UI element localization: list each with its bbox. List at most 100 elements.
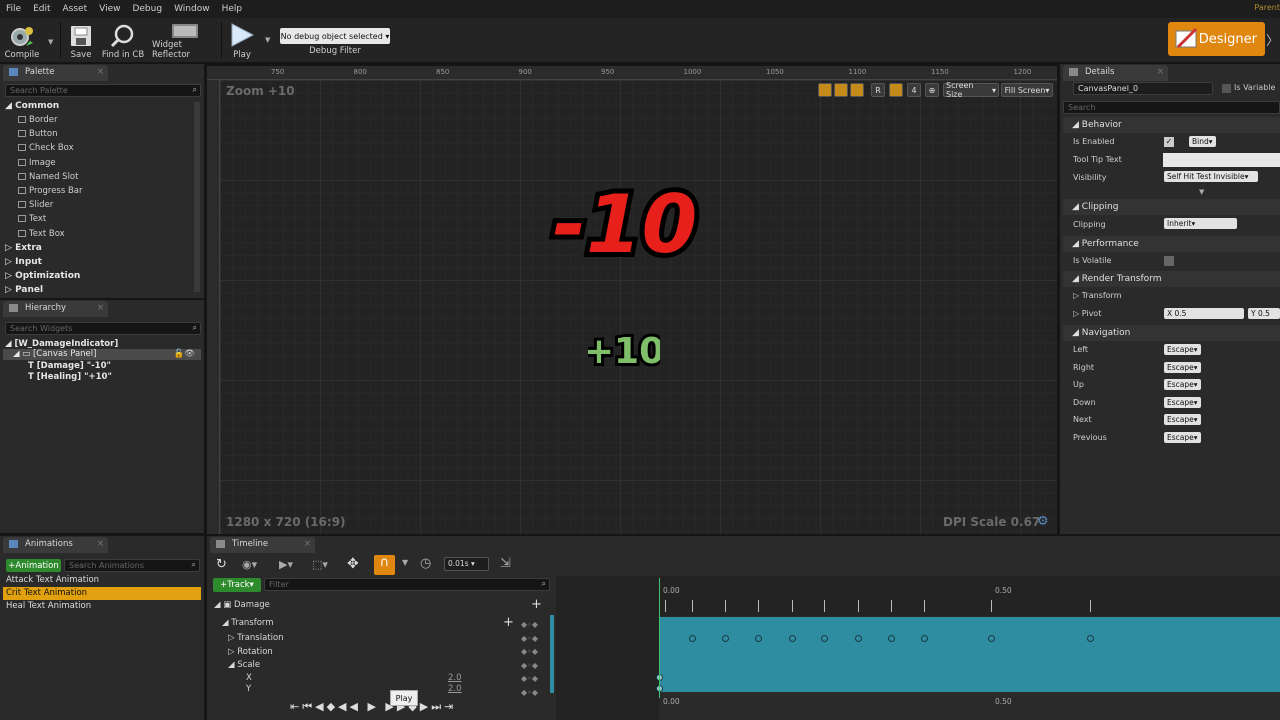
- palette-item-slider[interactable]: Slider: [18, 200, 53, 210]
- hierarchy-damage[interactable]: T [Damage] "-10": [28, 361, 111, 371]
- track-damage[interactable]: ◢ ▣ Damage: [214, 600, 270, 610]
- track-scale-x[interactable]: X: [246, 673, 252, 683]
- track-rotation[interactable]: ▷ Rotation: [228, 647, 273, 657]
- close-icon[interactable]: ×: [97, 67, 104, 77]
- track-scale-y[interactable]: Y: [246, 684, 251, 694]
- snap-time-select[interactable]: 0.01s ▾: [444, 557, 489, 571]
- grid-size-button[interactable]: 4: [907, 83, 921, 97]
- nav-left-dropdown[interactable]: Escape▾: [1164, 344, 1201, 355]
- palette-item-image[interactable]: Image: [18, 158, 56, 168]
- healing-text-widget[interactable]: +10: [588, 320, 660, 374]
- eye-icon[interactable]: ◉▾: [242, 558, 257, 571]
- category-extra[interactable]: ▷ Extra: [5, 243, 42, 253]
- menu-edit[interactable]: Edit: [27, 4, 56, 14]
- section-render-transform[interactable]: ◢ Render Transform: [1063, 271, 1280, 287]
- hierarchy-canvas-panel[interactable]: ◢ ▭ [Canvas Panel] 🔓👁: [3, 349, 201, 360]
- grid-icon[interactable]: [889, 83, 903, 97]
- add-animation-button[interactable]: +Animation: [6, 559, 61, 572]
- transform-row[interactable]: ▷ Transform: [1073, 291, 1122, 300]
- move-icon[interactable]: ⊕: [925, 83, 939, 97]
- details-search-input[interactable]: Search: [1063, 101, 1280, 114]
- keyframe[interactable]: [722, 635, 729, 642]
- section-performance[interactable]: ◢ Performance: [1063, 236, 1280, 252]
- category-panel[interactable]: ▷ Panel: [5, 285, 43, 295]
- category-common[interactable]: ◢ Common: [5, 101, 59, 111]
- nav-up-dropdown[interactable]: Escape▾: [1164, 379, 1201, 391]
- hierarchy-search-input[interactable]: Search Widgets ⌕: [5, 322, 201, 335]
- tab-palette[interactable]: Palette ×: [3, 65, 108, 81]
- transform-icon[interactable]: ✥: [347, 556, 359, 572]
- timeline-filter-input[interactable]: Filter ⌕: [264, 578, 550, 591]
- scale-y-value[interactable]: 2.0: [448, 684, 462, 694]
- palette-item-progress-bar[interactable]: Progress Bar: [18, 186, 83, 196]
- scale-x-value[interactable]: 2.0: [448, 673, 462, 683]
- curve-icon[interactable]: ⇲: [500, 556, 511, 571]
- damage-text-widget[interactable]: -10: [530, 160, 720, 272]
- lock-eye-icons[interactable]: 🔓👁: [174, 349, 195, 359]
- section-clipping[interactable]: ◢ Clipping: [1063, 199, 1280, 215]
- palette-item-text-box[interactable]: Text Box: [18, 229, 65, 239]
- palette-item-named-slot[interactable]: Named Slot: [18, 172, 78, 182]
- animations-search-input[interactable]: Search Animations ⌕: [64, 559, 200, 572]
- lock-icon[interactable]: [834, 83, 848, 97]
- animation-item-crit[interactable]: Crit Text Animation: [3, 587, 201, 600]
- track-lane[interactable]: [659, 617, 1280, 692]
- hierarchy-healing[interactable]: T [Healing] "+10": [28, 372, 112, 382]
- loop-icon[interactable]: ↻: [216, 557, 227, 572]
- nav-right-dropdown[interactable]: Escape▾: [1164, 361, 1201, 373]
- expand-more-icon[interactable]: ▼: [1199, 188, 1204, 196]
- grid-snap-icon[interactable]: [850, 83, 864, 97]
- menu-window[interactable]: Window: [168, 4, 216, 14]
- pivot-x-input[interactable]: X 0.5: [1164, 308, 1244, 319]
- tab-timeline[interactable]: Timeline ×: [210, 537, 315, 553]
- animation-item-attack[interactable]: Attack Text Animation: [3, 574, 201, 587]
- save-button[interactable]: Save: [64, 20, 98, 60]
- keyframe-nav-icons[interactable]: ◆◦◆ ◆◦◆ ◆◦◆ ◆◦◆ ◆◦◆ ◆◦◆: [521, 618, 545, 697]
- track-translation[interactable]: ▷ Translation: [228, 633, 284, 643]
- play-button[interactable]: Play: [224, 20, 260, 60]
- respect-locks-button[interactable]: R: [871, 83, 885, 97]
- menu-view[interactable]: View: [93, 4, 126, 14]
- keyframe[interactable]: [855, 635, 862, 642]
- palette-search-input[interactable]: Search Palette ⌕: [5, 84, 201, 97]
- nav-previous-dropdown[interactable]: Escape▾: [1164, 432, 1201, 443]
- designer-mode-button[interactable]: Designer: [1168, 22, 1265, 56]
- track-transform[interactable]: ◢ Transform: [222, 618, 274, 628]
- palette-item-border[interactable]: Border: [18, 115, 58, 125]
- palette-scrollbar[interactable]: [194, 102, 200, 292]
- tab-hierarchy[interactable]: Hierarchy ×: [3, 301, 108, 317]
- clipping-dropdown[interactable]: Inherit▾: [1164, 218, 1237, 229]
- play-dropdown-icon[interactable]: ▼: [265, 36, 270, 44]
- keyframe[interactable]: [888, 635, 895, 642]
- section-behavior[interactable]: ◢ Behavior: [1063, 117, 1280, 133]
- playhead[interactable]: [659, 578, 660, 698]
- keyframe[interactable]: [689, 635, 696, 642]
- widget-reflector-button[interactable]: Widget Reflector: [152, 20, 218, 60]
- keyframe[interactable]: [921, 635, 928, 642]
- snap-icon[interactable]: ∩: [374, 555, 395, 575]
- bind-dropdown[interactable]: Bind▾: [1189, 136, 1216, 147]
- nav-next-dropdown[interactable]: Escape▾: [1164, 414, 1201, 426]
- is-volatile-checkbox[interactable]: [1164, 256, 1174, 266]
- palette-item-check-box[interactable]: Check Box: [18, 143, 74, 153]
- close-icon[interactable]: ×: [97, 303, 104, 313]
- section-navigation[interactable]: ◢ Navigation: [1063, 325, 1280, 341]
- find-in-cb-button[interactable]: Find in CB: [100, 20, 146, 60]
- add-icon[interactable]: +: [503, 615, 514, 630]
- gear-icon[interactable]: ⚙: [1037, 514, 1049, 529]
- close-icon[interactable]: ×: [97, 539, 104, 549]
- keyframe[interactable]: [821, 635, 828, 642]
- track-scrollbar[interactable]: [550, 615, 554, 693]
- snap-dropdown-icon[interactable]: ▼: [402, 558, 408, 567]
- chevron-right-icon[interactable]: 〉: [1266, 30, 1279, 49]
- compile-button[interactable]: Compile: [4, 20, 40, 60]
- add-track-button[interactable]: +Track ▾: [213, 578, 261, 592]
- parent-class-label[interactable]: Parent: [1254, 3, 1280, 12]
- keyframe[interactable]: [1087, 635, 1094, 642]
- close-icon[interactable]: ×: [304, 539, 311, 549]
- visibility-dropdown[interactable]: Self Hit Test Invisible▾: [1164, 171, 1258, 182]
- keyframe[interactable]: [988, 635, 995, 642]
- palette-item-button[interactable]: Button: [18, 129, 57, 139]
- keyframe[interactable]: [755, 635, 762, 642]
- play-options-icon[interactable]: ▶▾: [279, 558, 293, 571]
